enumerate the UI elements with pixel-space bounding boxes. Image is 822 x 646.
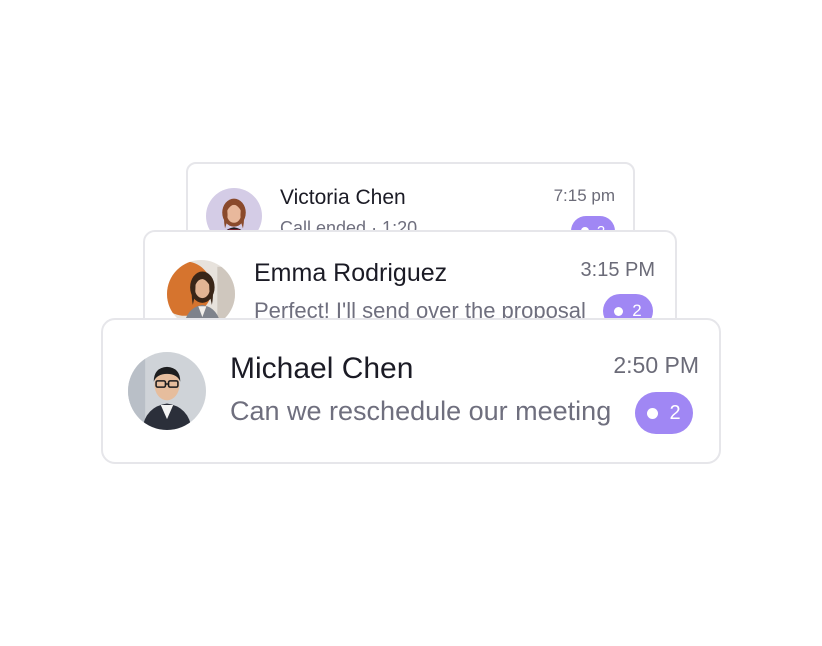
avatar: [128, 352, 206, 430]
dot-icon: [647, 407, 659, 419]
conversation-stack: Victoria Chen Call ended · 1:20 7:15 pm …: [0, 0, 822, 646]
contact-name: Victoria Chen: [280, 186, 406, 209]
unread-badge: 2: [635, 392, 693, 434]
message-time: 7:15 pm: [553, 186, 615, 205]
message-time: 2:50 PM: [613, 352, 699, 378]
message-time: 3:15 PM: [580, 259, 655, 281]
unread-count: 2: [669, 401, 681, 424]
conversation-card-michael-chen[interactable]: Michael Chen Can we reschedule our meeti…: [101, 318, 721, 464]
dot-icon: [614, 306, 624, 316]
message-preview: Can we reschedule our meeting: [230, 396, 612, 426]
avatar-photo-icon: [128, 352, 206, 430]
contact-name: Michael Chen: [230, 352, 414, 385]
contact-name: Emma Rodriguez: [254, 259, 448, 287]
